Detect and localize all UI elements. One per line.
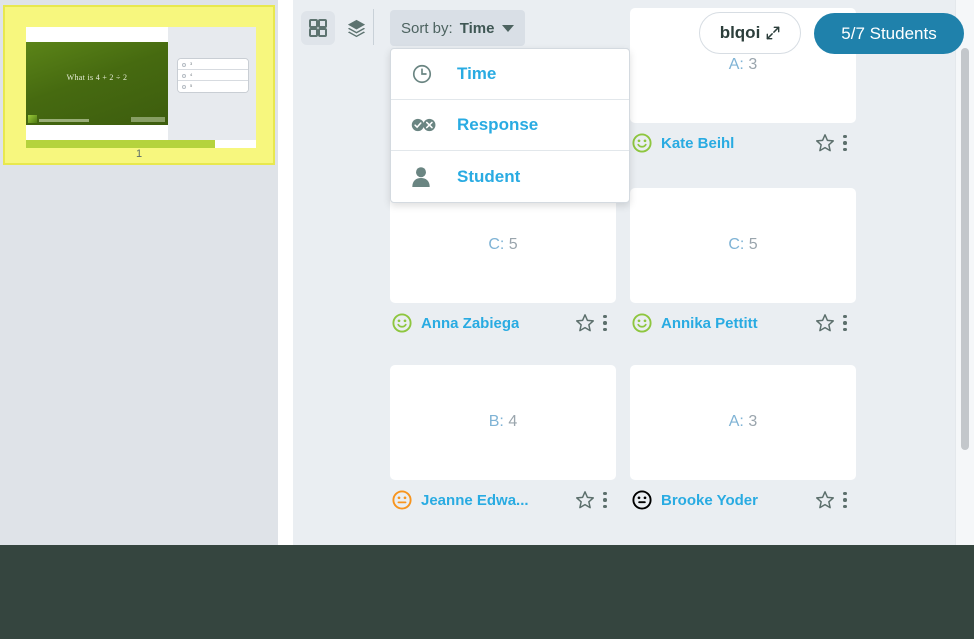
expand-icon (766, 26, 780, 40)
response-answer: C: 5 (630, 236, 856, 254)
response-card-footer: Brooke Yoder (630, 480, 856, 520)
students-count-label: 5/7 Students (841, 23, 937, 43)
response-card-body[interactable]: C: 5 (630, 188, 856, 303)
response-answer-letter: B: (488, 413, 504, 430)
class-code-button[interactable]: blqoi (699, 12, 801, 54)
slide-thumbnail-1[interactable]: What is 4 + 2 ÷ 2 3 4 5 1 (3, 5, 275, 165)
response-card-footer: Anna Zabiega (390, 303, 616, 343)
mood-happy-icon (392, 313, 412, 333)
chalkboard-credit (131, 117, 165, 122)
response-card-body[interactable]: A: 3 (630, 365, 856, 480)
response-answer-number: 4 (508, 413, 518, 430)
slide-number: 1 (135, 148, 143, 160)
slide-preview: What is 4 + 2 ÷ 2 3 4 5 (26, 27, 256, 140)
response-answer: A: 3 (630, 413, 856, 431)
response-card[interactable]: B: 4 Jeanne Edwa... (390, 365, 616, 520)
response-card-body[interactable]: C: 5 (390, 188, 616, 303)
response-card[interactable]: C: 5 Anna Zabiega (390, 188, 616, 343)
card-more-options-icon[interactable] (836, 312, 854, 334)
student-name[interactable]: Jeanne Edwa... (421, 492, 529, 509)
sort-option-student[interactable]: Student (391, 151, 629, 202)
radio-icon (182, 73, 186, 78)
response-answer-letter: C: (488, 236, 505, 253)
sort-option-label: Response (457, 115, 539, 134)
radio-icon (182, 62, 186, 67)
app-root: What is 4 + 2 ÷ 2 3 4 5 1 Sort by: Time … (0, 0, 974, 639)
response-card-footer: Annika Pettitt (630, 303, 856, 343)
sort-option-label: Student (457, 166, 521, 186)
mood-happy-icon (632, 313, 652, 333)
response-answer-letter: C: (728, 236, 745, 253)
response-answer-letter: A: (728, 56, 744, 73)
slide-question-text: What is 4 + 2 ÷ 2 (66, 73, 128, 82)
mood-neutral-icon (392, 490, 412, 510)
star-icon[interactable] (814, 312, 836, 334)
mood-happy-icon (632, 133, 652, 153)
star-icon[interactable] (574, 312, 596, 334)
card-more-options-icon[interactable] (596, 312, 614, 334)
star-icon[interactable] (814, 489, 836, 511)
choice-list: 3 4 5 (177, 58, 249, 93)
star-icon[interactable] (574, 489, 596, 511)
choice-label: 4 (190, 72, 193, 77)
slide-choices-pane: 3 4 5 (168, 27, 256, 140)
choice-label: 3 (190, 61, 193, 66)
response-answer-number: 5 (748, 236, 758, 253)
chalkboard-image: What is 4 + 2 ÷ 2 (26, 42, 168, 125)
slide-progress-track (26, 140, 256, 148)
response-answer: C: 5 (390, 236, 616, 254)
sort-option-time[interactable]: Time (391, 49, 629, 100)
sort-by-dropdown[interactable]: Time Response Student (390, 48, 630, 203)
response-card-footer: Kate Beihl (630, 123, 856, 163)
card-more-options-icon[interactable] (836, 132, 854, 154)
slide-progress-fill (26, 140, 215, 148)
star-icon[interactable] (814, 132, 836, 154)
responses-scrollbar-thumb[interactable] (961, 48, 969, 450)
choice-label: 5 (190, 83, 193, 88)
response-answer-number: 3 (748, 413, 758, 430)
radio-icon (182, 84, 186, 89)
response-card[interactable]: C: 5 Annika Pettitt (630, 188, 856, 343)
responses-panel: Sort by: Time A: 3 Kate Beihl C: 5 Anna Zab… (292, 0, 974, 545)
choice-item: 5 (178, 81, 248, 92)
students-count-button[interactable]: 5/7 Students (814, 13, 964, 54)
check-cross-icon (411, 117, 441, 133)
student-name[interactable]: Annika Pettitt (661, 315, 758, 332)
chalkboard-caption (39, 119, 89, 122)
choice-item: 4 (178, 70, 248, 81)
response-answer-number: 5 (508, 236, 518, 253)
person-icon (411, 166, 441, 188)
sort-option-label: Time (457, 64, 497, 83)
response-card-footer: Jeanne Edwa... (390, 480, 616, 520)
response-answer-letter: A: (728, 413, 744, 430)
choice-item: 3 (178, 59, 248, 70)
response-answer-number: 3 (748, 56, 758, 73)
student-name[interactable]: Kate Beihl (661, 135, 734, 152)
mood-dark-icon (632, 490, 652, 510)
slide-sidebar: What is 4 + 2 ÷ 2 3 4 5 1 (0, 0, 278, 545)
response-answer: A: 3 (630, 56, 856, 74)
response-card-body[interactable]: B: 4 (390, 365, 616, 480)
sort-option-response[interactable]: Response (391, 100, 629, 151)
clock-icon (411, 63, 441, 85)
card-more-options-icon[interactable] (836, 489, 854, 511)
presentation-toolbar: Notes 6 of 7 Responses Presenting ShowRe… (0, 545, 974, 639)
response-answer: B: 4 (390, 413, 616, 431)
card-more-options-icon[interactable] (596, 489, 614, 511)
slide-question-pane: What is 4 + 2 ÷ 2 (26, 27, 168, 140)
student-name[interactable]: Brooke Yoder (661, 492, 758, 509)
chalkboard-logo-icon (28, 115, 37, 123)
student-name[interactable]: Anna Zabiega (421, 315, 519, 332)
response-card[interactable]: A: 3 Brooke Yoder (630, 365, 856, 520)
class-code-text: blqoi (719, 23, 761, 42)
